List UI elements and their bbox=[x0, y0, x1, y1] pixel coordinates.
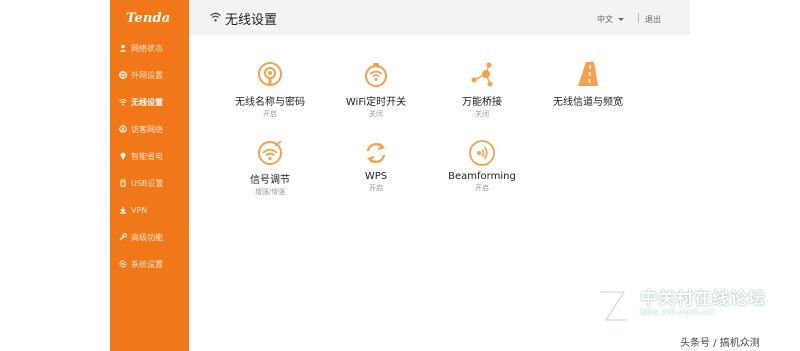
channel-icon bbox=[578, 62, 598, 86]
timer-icon bbox=[365, 63, 387, 87]
tile-label: 无线名称与密码 bbox=[235, 97, 305, 108]
tile-label: WiFi定时开关 bbox=[345, 97, 407, 108]
sidebar-item-label: 高级功能 bbox=[131, 232, 163, 242]
logout-link[interactable]: 退出 bbox=[645, 14, 661, 25]
language-select[interactable]: 中文 bbox=[597, 14, 624, 25]
gear-icon bbox=[119, 260, 127, 268]
tile-label: Beamforming bbox=[448, 171, 516, 182]
tile-status: 开启 bbox=[263, 110, 277, 118]
header-divider bbox=[638, 13, 639, 23]
main-panel: 无线设置 中文 退出 无线名称与密码 开启 WiFi定时开关 关闭 万能桥接 关… bbox=[189, 0, 690, 351]
tile-wifi-timer[interactable]: WiFi定时开关 关闭 bbox=[321, 60, 431, 119]
sidebar: Tenda 网络状态 外网设置 无线设置 访客网络 智能省电 USB设置 VPN… bbox=[110, 0, 189, 351]
sidebar-item-usb-settings[interactable]: USB设置 bbox=[110, 174, 189, 192]
tile-label: WPS bbox=[364, 171, 388, 182]
sidebar-item-vpn[interactable]: VPN bbox=[110, 201, 189, 219]
tile-signal-adjust[interactable]: 信号调节 增强/增强 bbox=[215, 138, 325, 197]
sidebar-item-label: 外网设置 bbox=[131, 70, 163, 80]
beamforming-icon bbox=[469, 140, 495, 166]
tools-icon bbox=[119, 233, 127, 241]
tile-status: 开启 bbox=[475, 184, 489, 192]
left-background bbox=[0, 0, 110, 351]
tile-wps[interactable]: WPS 开启 bbox=[321, 138, 431, 193]
sidebar-item-label: 无线设置 bbox=[131, 97, 163, 107]
tile-status: 增强/增强 bbox=[254, 188, 286, 196]
sidebar-item-label: 访客网络 bbox=[131, 124, 163, 134]
language-label: 中文 bbox=[597, 15, 613, 24]
tile-beamforming[interactable]: Beamforming 开启 bbox=[427, 138, 537, 193]
brand-logo: Tenda bbox=[126, 11, 171, 26]
tile-status: 关闭 bbox=[369, 110, 383, 118]
tile-label: 无线信道与频宽 bbox=[553, 97, 623, 108]
tile-label: 万能桥接 bbox=[462, 97, 502, 108]
chevron-down-icon bbox=[618, 18, 624, 21]
page-title: 无线设置 bbox=[225, 13, 278, 28]
tile-universal-bridge[interactable]: 万能桥接 关闭 bbox=[427, 60, 537, 119]
wifi-icon bbox=[119, 98, 127, 106]
bridge-icon bbox=[471, 62, 493, 87]
sidebar-item-label: 系统设置 bbox=[131, 259, 163, 269]
sidebar-item-system-settings[interactable]: 系统设置 bbox=[110, 255, 189, 273]
top-bar: 无线设置 中文 退出 bbox=[189, 0, 690, 35]
tile-channel-bandwidth[interactable]: 无线信道与频宽 bbox=[533, 60, 643, 109]
tile-ssid-password[interactable]: 无线名称与密码 开启 bbox=[215, 60, 325, 119]
sidebar-item-power-saving[interactable]: 智能省电 bbox=[110, 147, 189, 165]
guest-icon bbox=[119, 125, 127, 133]
wps-icon bbox=[366, 142, 386, 164]
sidebar-item-label: 网络状态 bbox=[131, 43, 163, 53]
right-background bbox=[690, 0, 800, 351]
signal-adjust-icon bbox=[258, 140, 282, 165]
sidebar-item-advanced[interactable]: 高级功能 bbox=[110, 228, 189, 246]
usb-icon bbox=[119, 179, 127, 187]
tile-status: 关闭 bbox=[475, 110, 489, 118]
tile-status: 开启 bbox=[369, 184, 383, 192]
sidebar-item-wireless-settings[interactable]: 无线设置 bbox=[110, 93, 189, 111]
bulb-icon bbox=[119, 152, 127, 160]
sidebar-item-wan-settings[interactable]: 外网设置 bbox=[110, 66, 189, 84]
wifi-icon bbox=[210, 12, 221, 22]
sidebar-item-guest-network[interactable]: 访客网络 bbox=[110, 120, 189, 138]
user-icon bbox=[119, 44, 127, 52]
sidebar-item-label: USB设置 bbox=[131, 178, 164, 188]
ssid-icon bbox=[258, 62, 282, 86]
sidebar-item-label: 智能省电 bbox=[131, 151, 163, 161]
globe-icon bbox=[119, 71, 127, 79]
download-icon bbox=[119, 206, 127, 214]
sidebar-item-label: VPN bbox=[131, 205, 148, 215]
tile-label: 信号调节 bbox=[250, 175, 290, 186]
sidebar-item-network-status[interactable]: 网络状态 bbox=[110, 39, 189, 57]
